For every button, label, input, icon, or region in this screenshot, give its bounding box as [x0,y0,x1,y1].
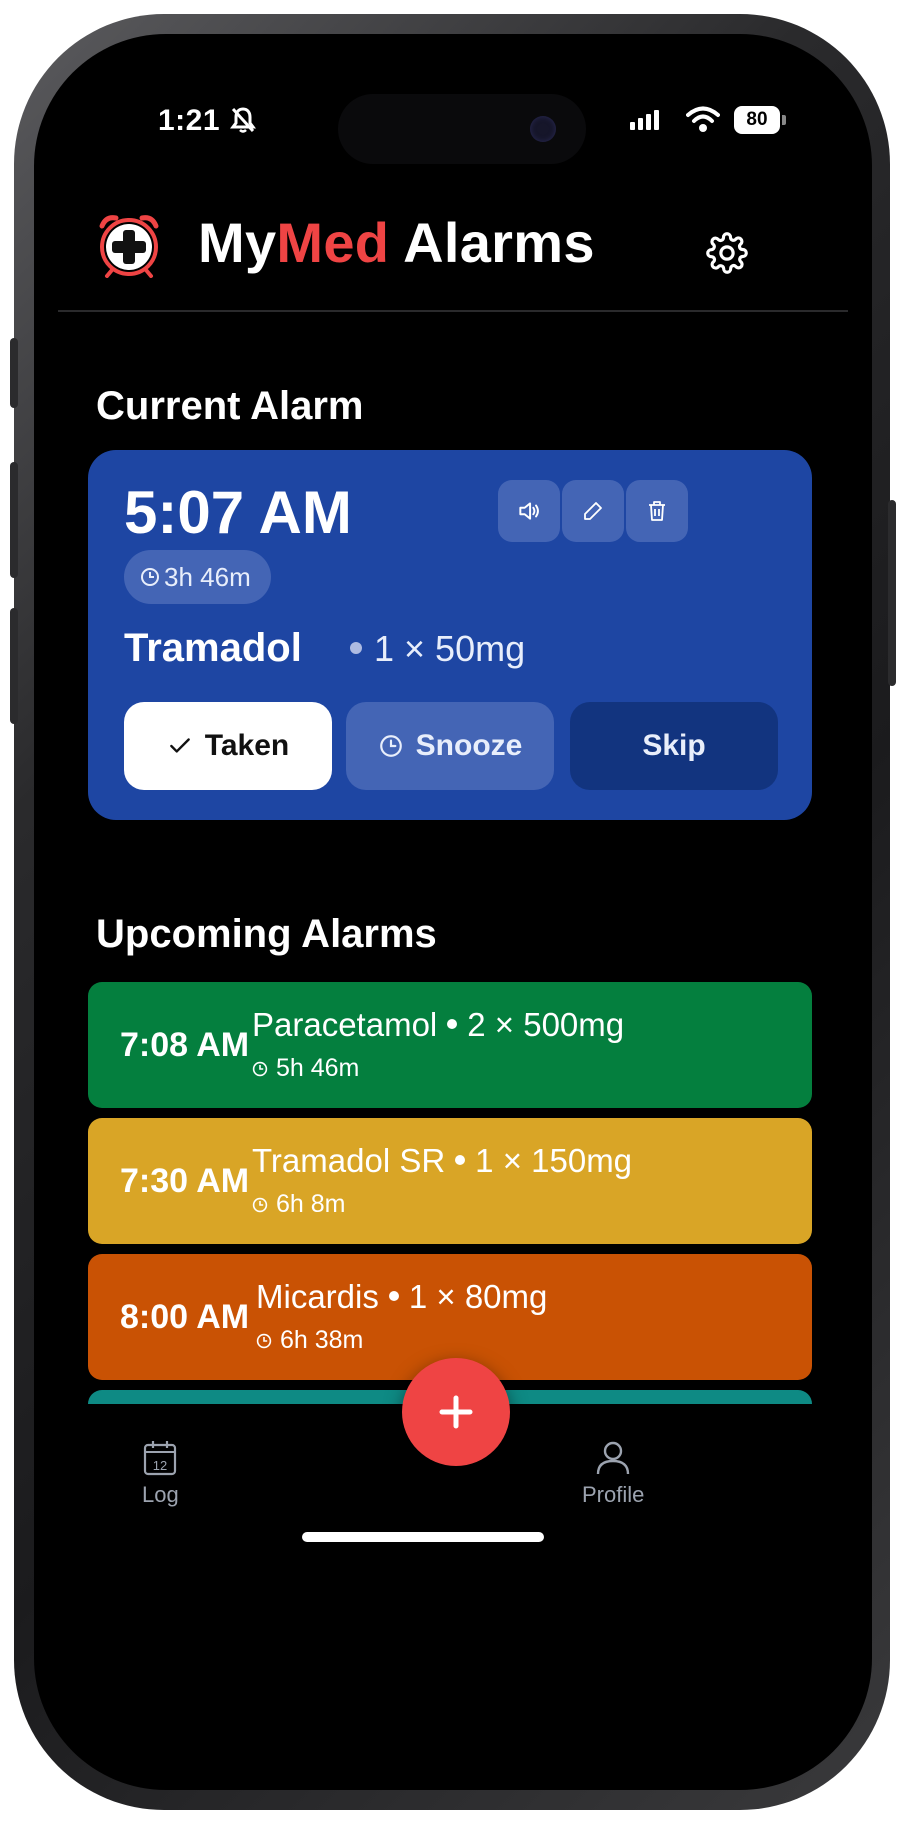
check-icon [169,738,190,753]
alarm-time: 8:00 AM [120,1298,250,1336]
separator-dot [350,642,362,655]
current-alarm-time: 5:07 AM [124,479,352,546]
app-logo-icon [99,215,159,278]
current-dose-text: 1 × 50mg [374,628,526,669]
taken-button[interactable]: Taken [124,702,332,790]
alarm-dose: 2 × 500mg [467,1006,625,1043]
nav-profile[interactable]: Profile [582,1440,644,1508]
separator-dot [455,1155,466,1166]
side-button-volume-up [10,462,18,578]
alarm-time-left: 6h 8m [252,1190,345,1219]
app-title-prefix: My [198,211,277,274]
alarm-time-left-text: 6h 38m [280,1326,364,1354]
header-divider [58,310,848,312]
current-medication-dose: 1 × 50mg [350,628,525,670]
alarm-med-name: Tramadol SR [252,1142,446,1179]
upcoming-alarms-heading: Upcoming Alarms [96,912,437,956]
add-alarm-button[interactable] [402,1358,510,1466]
current-medication-name: Tramadol [124,626,302,670]
clock-icon [141,568,159,586]
calendar-icon: 12 [144,1441,177,1476]
side-button-volume-down [10,608,18,724]
alarm-med-name: Paracetamol [252,1006,438,1043]
current-alarm-heading: Current Alarm [96,384,364,428]
side-button-action [10,338,18,408]
bell-off-icon [230,107,256,133]
side-button-power [888,500,896,686]
alarm-time: 7:30 AM [120,1162,250,1200]
user-icon [596,1441,630,1475]
nav-profile-label: Profile [582,1482,645,1507]
edit-icon [584,502,602,520]
separator-dot [447,1019,458,1030]
battery-tip [782,115,786,125]
nav-log-label: Log [142,1482,179,1507]
alarm-medication: Tramadol SR 1 × 150mg [252,1142,632,1180]
settings-gear-icon[interactable] [706,232,748,274]
alarm-medication: Micardis 1 × 80mg [256,1278,547,1316]
snooze-button[interactable]: Snooze [346,702,554,790]
nav-log[interactable]: 12 Log [142,1440,179,1508]
app-title-accent: Med [276,211,390,274]
battery-indicator: 80 [734,106,780,134]
skip-label: Skip [642,729,706,762]
upcoming-alarm-row[interactable]: 7:30 AM Tramadol SR 1 × 150mg 6h 8m [88,1118,812,1244]
alarm-med-name: Micardis [256,1278,379,1315]
skip-button[interactable]: Skip [570,702,778,790]
alarm-medication: Paracetamol 2 × 500mg [252,1006,624,1044]
trash-icon [649,501,665,521]
screen: 1:21 80 MyMed Alarms Current Alarm 5:07 … [34,34,872,1790]
countdown-text: 3h 46m [164,561,251,592]
separator-dot [388,1291,399,1302]
status-time: 1:21 [158,104,221,137]
alarm-time-left: 5h 46m [252,1054,359,1083]
speaker-icon [519,502,539,520]
cellular-signal-icon [630,110,659,130]
app-title: MyMed Alarms [198,210,595,275]
clock-icon [256,1333,272,1348]
clock-icon [252,1061,268,1076]
alarm-dose: 1 × 150mg [475,1142,633,1179]
alarm-time-left: 6h 38m [256,1326,363,1355]
alarm-time: 7:08 AM [120,1026,250,1064]
clock-icon [252,1197,268,1212]
home-indicator[interactable] [302,1532,544,1542]
countdown-badge: 3h 46m [124,550,271,604]
delete-button[interactable] [626,480,688,542]
snooze-label: Snooze [415,729,523,762]
alarm-dose: 1 × 80mg [408,1278,548,1315]
clock-icon [379,735,402,757]
alarm-time-left-text: 5h 46m [276,1054,360,1082]
edit-button[interactable] [562,480,624,542]
taken-label: Taken [204,729,290,762]
upcoming-alarm-row[interactable]: 7:08 AM Paracetamol 2 × 500mg 5h 46m [88,982,812,1108]
alarm-time-left-text: 6h 8m [276,1190,346,1218]
app-title-suffix: Alarms [389,211,595,274]
plus-icon [439,1395,473,1429]
sound-button[interactable] [498,480,560,542]
current-alarm-card: 5:07 AM 3h 46m Tramadol 1 × 50mg Taken S… [88,450,812,820]
camera-icon [530,116,556,142]
calendar-day: 12 [153,1458,167,1473]
wifi-icon [686,106,720,132]
